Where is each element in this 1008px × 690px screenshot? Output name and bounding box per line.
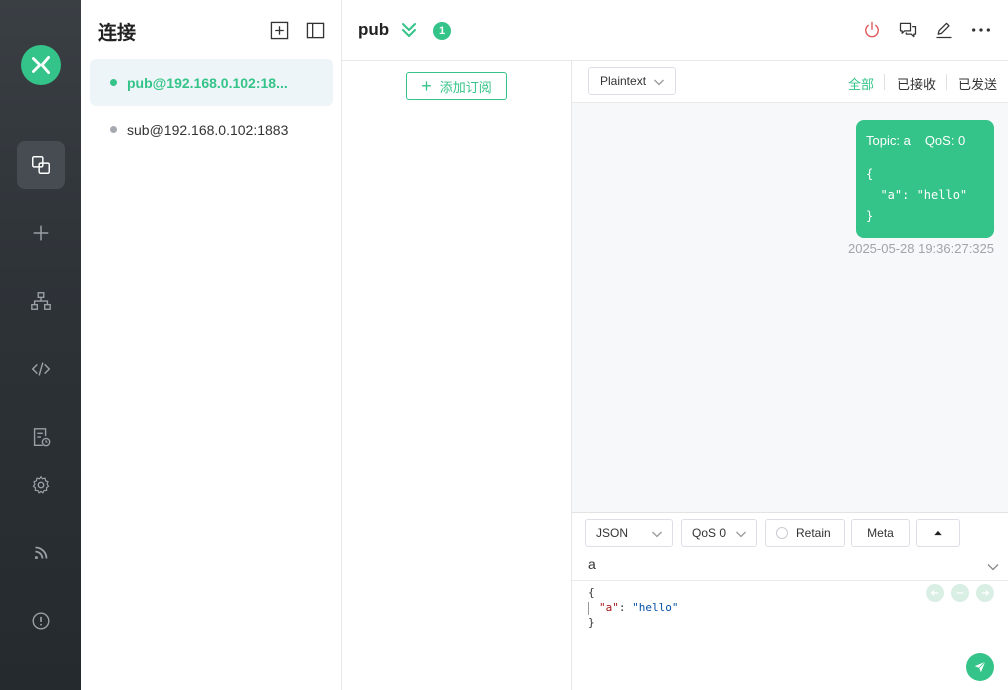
payload-format-value: JSON: [596, 526, 629, 540]
edit-icon: [936, 22, 952, 39]
disconnect-button[interactable]: [860, 18, 884, 42]
payload-value: "hello": [632, 601, 679, 614]
message-meta: Topic: a QoS: 0: [866, 133, 984, 148]
add-subscription-button[interactable]: + 添加订阅: [406, 72, 507, 100]
filter-all[interactable]: 全部: [848, 74, 874, 93]
payload-brace: }: [588, 616, 595, 629]
filter-divider: [884, 74, 885, 90]
retain-radio-icon: [776, 527, 788, 539]
nav-topology[interactable]: [17, 277, 65, 325]
chevron-down-icon: [736, 531, 746, 538]
send-icon: [974, 661, 986, 673]
mqttx-logo-icon: [32, 56, 50, 74]
connection-header: pub 1: [342, 0, 1008, 61]
add-box-icon: [270, 21, 288, 39]
qos-select[interactable]: QoS 0: [681, 519, 757, 547]
connection-label: sub@192.168.0.102:1883: [127, 121, 289, 138]
message-topic: Topic: a: [866, 133, 911, 148]
history-prev-button[interactable]: [926, 584, 944, 602]
new-connection-button[interactable]: [268, 19, 290, 41]
retain-label: Retain: [796, 526, 831, 540]
connections-icon: [32, 156, 50, 174]
payload-brace: {: [588, 586, 595, 599]
chevron-down-icon: [652, 531, 662, 538]
message-format-value: Plaintext: [600, 74, 647, 88]
payload-line: "a": "hello": [588, 600, 678, 615]
payload-key: "a": [599, 601, 619, 614]
history-next-button[interactable]: [976, 584, 994, 602]
sidebar-icon: [306, 22, 324, 38]
info-icon: [32, 612, 50, 630]
nav-settings[interactable]: [17, 461, 65, 509]
connection-item-pub[interactable]: pub@192.168.0.102:18...: [90, 59, 333, 106]
code-icon: [31, 362, 51, 376]
more-button[interactable]: [969, 18, 993, 42]
chat-windows-icon: [899, 22, 917, 38]
caret-up-icon: [934, 530, 942, 536]
log-icon: [33, 428, 51, 447]
toggle-sidebar-button[interactable]: [304, 19, 326, 41]
side-nav: [0, 0, 81, 690]
message-timestamp: 2025-05-28 19:36:27:325: [847, 241, 994, 256]
power-icon: [865, 21, 879, 38]
rss-icon: [34, 546, 48, 560]
chevron-down-icon: [654, 79, 664, 86]
payload-format-select[interactable]: JSON: [585, 519, 673, 547]
connections-title: 连接: [98, 23, 137, 44]
history-clear-button[interactable]: [951, 584, 969, 602]
more-dots-icon: [972, 28, 990, 32]
indent-guide: [588, 601, 589, 615]
connection-item-sub[interactable]: sub@192.168.0.102:1883: [90, 106, 333, 153]
topic-input[interactable]: a: [588, 556, 596, 572]
nav-subscribe-feed[interactable]: [17, 529, 65, 577]
sent-message-bubble[interactable]: Topic: a QoS: 0 { "a": "hello" }: [856, 120, 994, 238]
arrow-left-icon: [930, 590, 939, 596]
arrow-right-icon: [981, 590, 990, 596]
payload-editor[interactable]: { "a": "hello" }: [588, 585, 678, 630]
gear-icon: [32, 475, 50, 494]
nav-about[interactable]: [17, 597, 65, 645]
status-dot-connected: [110, 79, 117, 86]
minus-icon: [956, 592, 964, 594]
message-qos: QoS: 0: [924, 133, 966, 148]
message-payload: { "a": "hello" }: [866, 167, 968, 223]
meta-button[interactable]: Meta: [851, 519, 910, 547]
message-list: Plaintext 全部 已接收 已发送 Topic: a QoS: 0 { "a…: [572, 61, 1008, 512]
double-chevron-down-icon[interactable]: [400, 21, 418, 39]
status-dot-disconnected: [110, 126, 117, 133]
payload-colon: :: [618, 601, 633, 614]
chevron-down-icon[interactable]: [986, 560, 1000, 574]
collapse-publish-button[interactable]: [916, 519, 960, 547]
send-button[interactable]: [966, 653, 994, 681]
message-format-select[interactable]: Plaintext: [588, 67, 676, 95]
meta-label: Meta: [867, 526, 894, 540]
nav-script[interactable]: [17, 345, 65, 393]
filter-sent[interactable]: 已发送: [958, 74, 997, 93]
retain-checkbox[interactable]: Retain: [765, 519, 845, 547]
subscription-list: + 添加订阅: [342, 61, 572, 690]
subscription-count-badge: 1: [433, 22, 451, 40]
nav-new-connection[interactable]: [17, 209, 65, 257]
payload-line: {: [588, 585, 678, 600]
new-window-button[interactable]: [896, 18, 920, 42]
app-logo: [21, 45, 61, 85]
topic-row: a: [572, 551, 1008, 581]
nav-log[interactable]: [17, 413, 65, 461]
plus-icon: [33, 225, 49, 241]
filter-received[interactable]: 已接收: [897, 74, 936, 93]
connection-label: pub@192.168.0.102:18...: [127, 74, 288, 91]
publish-panel: JSON QoS 0 Retain Meta a { "a": "hello" …: [572, 512, 1008, 690]
message-toolbar: Plaintext 全部 已接收 已发送: [572, 61, 1008, 103]
add-subscription-label: 添加订阅: [439, 79, 492, 95]
filter-divider: [946, 74, 947, 90]
qos-value: QoS 0: [692, 526, 727, 540]
connection-panel: 连接 pub@192.168.0.102:18... sub@192.168.0…: [81, 0, 342, 690]
connection-name: pub: [358, 20, 390, 39]
topology-icon: [31, 292, 51, 310]
payload-line: }: [588, 615, 678, 630]
nav-connections[interactable]: [17, 141, 65, 189]
plus-icon: +: [421, 76, 432, 96]
edit-connection-button[interactable]: [932, 18, 956, 42]
